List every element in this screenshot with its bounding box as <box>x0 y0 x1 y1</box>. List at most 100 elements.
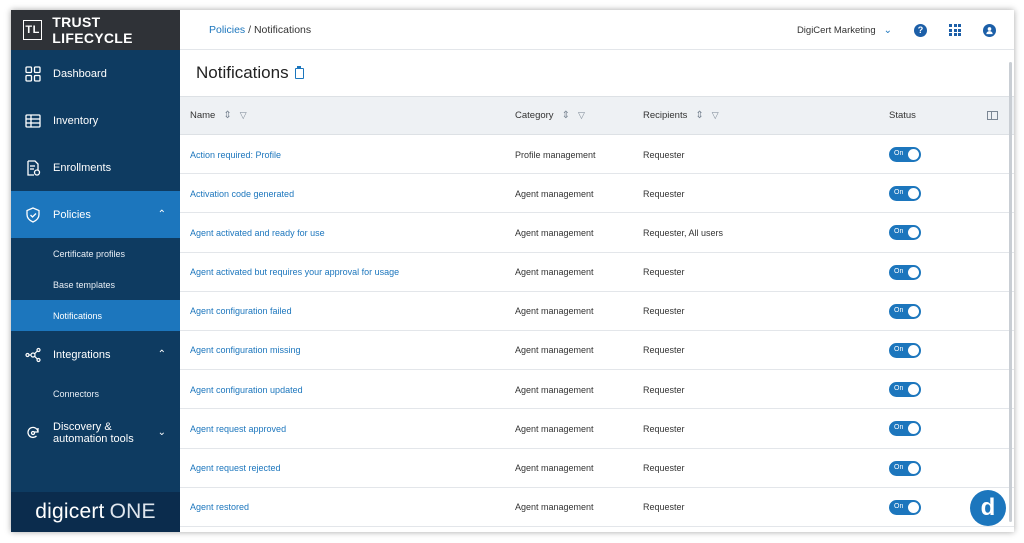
sidebar-item-label: Integrations <box>53 348 111 361</box>
org-selector[interactable]: DigiCert Marketing ⌄ <box>797 25 892 36</box>
status-toggle[interactable]: On <box>889 186 921 202</box>
notification-name-link[interactable]: Agent request rejected <box>190 449 281 488</box>
sidebar: TL TRUST LIFECYCLE Dashboard Inventory E… <box>11 10 180 532</box>
user-glyph <box>986 26 993 34</box>
table-body: Action required: Profile Profile manageme… <box>180 135 1014 527</box>
status-cell: On <box>889 213 921 252</box>
status-toggle[interactable]: On <box>889 421 921 437</box>
clipboard-icon[interactable] <box>294 65 304 79</box>
sidebar-item-discovery[interactable]: Discovery & automation tools ⌄ <box>11 409 180 456</box>
sort-icon[interactable]: ⇕ <box>223 110 231 121</box>
category-cell: Agent management <box>515 463 594 473</box>
sidebar-item-policies[interactable]: Policies ⌃ <box>11 191 180 238</box>
toggle-label: On <box>894 228 904 236</box>
table-row: Activation code generated Agent managemen… <box>180 174 1014 214</box>
toggle-label: On <box>894 267 904 275</box>
notification-name-link[interactable]: Action required: Profile <box>190 135 281 174</box>
sidebar-subitem-connectors[interactable]: Connectors <box>11 378 180 409</box>
category-cell: Profile management <box>515 149 596 160</box>
notification-name-link[interactable]: Agent configuration missing <box>190 331 301 370</box>
app-window: TL TRUST LIFECYCLE Dashboard Inventory E… <box>11 10 1014 532</box>
topbar-actions: DigiCert Marketing ⌄ ? <box>797 10 996 50</box>
notification-name-link[interactable]: Activation code generated <box>190 174 294 213</box>
chevron-down-icon[interactable]: ⌄ <box>158 427 166 439</box>
page-header: Notifications <box>180 50 1014 96</box>
toggle-label: On <box>894 306 904 314</box>
sidebar-subitem-certificate-profiles[interactable]: Certificate profiles <box>11 238 180 269</box>
recipients-cell: Requester, All users <box>643 227 724 238</box>
toggle-label: On <box>894 385 904 393</box>
filter-icon[interactable]: ▽ <box>240 110 247 121</box>
top-bar: Policies / Notifications DigiCert Market… <box>180 10 1014 50</box>
sidebar-item-enrollments[interactable]: Enrollments <box>11 144 180 191</box>
brand-logo: TL <box>23 20 43 40</box>
sort-icon[interactable]: ⇕ <box>562 110 570 121</box>
status-cell: On <box>889 409 921 448</box>
category-cell: Agent management <box>515 345 594 356</box>
category-cell: Agent management <box>515 267 594 278</box>
sidebar-item-dashboard[interactable]: Dashboard <box>11 50 180 97</box>
page-title: Notifications <box>196 63 289 82</box>
column-header-recipients[interactable]: Recipients ⇕ ▽ <box>643 97 719 134</box>
status-toggle[interactable]: On <box>889 264 921 280</box>
status-toggle[interactable]: On <box>889 499 921 515</box>
column-header-category[interactable]: Category ⇕ ▽ <box>515 97 585 134</box>
category-cell: Agent management <box>515 227 594 238</box>
brand-name: TRUST LIFECYCLE <box>52 14 133 46</box>
toggle-label: On <box>894 150 904 157</box>
breadcrumb-link-policies[interactable]: Policies <box>209 24 245 36</box>
table-row: Agent configuration missing Agent managem… <box>180 331 1014 371</box>
discovery-icon <box>27 426 39 438</box>
user-icon[interactable] <box>983 23 996 37</box>
recipients-cell: Requester <box>643 423 685 434</box>
sidebar-item-inventory[interactable]: Inventory <box>11 97 180 144</box>
sidebar-subitem-notifications[interactable]: Notifications <box>11 300 180 331</box>
sidebar-subitem-base-templates[interactable]: Base templates <box>11 269 180 300</box>
toggle-knob <box>908 188 919 200</box>
column-header-name[interactable]: Name ⇕ ▽ <box>190 97 247 134</box>
table-icon <box>25 113 41 128</box>
notification-name-link[interactable]: Agent configuration failed <box>190 292 292 331</box>
app-grid-icon[interactable] <box>949 24 961 36</box>
column-header-status[interactable]: Status <box>889 97 916 134</box>
filter-icon[interactable]: ▽ <box>712 110 719 121</box>
status-cell: On <box>889 331 921 370</box>
chevron-up-icon[interactable]: ⌃ <box>158 209 166 220</box>
status-cell: On <box>889 174 921 213</box>
table-row: Action required: Profile Profile manageme… <box>180 135 1014 175</box>
breadcrumb-separator: / <box>245 23 254 36</box>
table-row: Agent request approved Agent management Re… <box>180 409 1014 449</box>
status-toggle[interactable]: On <box>889 382 921 398</box>
toggle-knob <box>908 305 919 317</box>
sidebar-item-label: Dashboard <box>53 67 107 80</box>
status-cell: On <box>889 370 921 409</box>
status-toggle[interactable]: On <box>889 225 921 241</box>
toggle-knob <box>908 501 919 513</box>
status-cell: On <box>889 253 921 292</box>
column-settings-icon[interactable] <box>987 111 998 120</box>
category-cell: Agent management <box>515 423 594 434</box>
brand-bar[interactable]: TL TRUST LIFECYCLE <box>11 10 180 50</box>
org-name: DigiCert Marketing <box>796 24 876 36</box>
sidebar-item-label: Inventory <box>53 114 99 127</box>
sort-icon[interactable]: ⇕ <box>695 110 703 121</box>
notification-name-link[interactable]: Agent configuration updated <box>190 370 303 409</box>
chevron-down-icon: ⌄ <box>883 24 892 36</box>
status-toggle[interactable]: On <box>889 460 921 476</box>
sidebar-item-integrations[interactable]: Integrations ⌃ <box>11 331 180 378</box>
notification-name-link[interactable]: Agent activated and ready for use <box>190 213 325 252</box>
status-toggle[interactable]: On <box>889 147 921 162</box>
filter-icon[interactable]: ▽ <box>578 110 585 121</box>
status-toggle[interactable]: On <box>889 342 921 358</box>
table-row: Agent restored Agent management Requester O… <box>180 488 1014 527</box>
notification-name-link[interactable]: Agent restored <box>190 488 249 527</box>
table-row: Agent activated and ready for use Agent m… <box>180 213 1014 253</box>
digicert-assistant-button[interactable]: d <box>970 490 1006 526</box>
recipients-cell: Requester <box>643 345 685 356</box>
scrollbar[interactable] <box>1009 62 1012 522</box>
status-toggle[interactable]: On <box>889 303 921 319</box>
notification-name-link[interactable]: Agent activated but requires your approv… <box>190 253 399 292</box>
notification-name-link[interactable]: Agent request approved <box>190 409 286 448</box>
help-icon[interactable]: ? <box>914 23 927 37</box>
chevron-up-icon[interactable]: ⌃ <box>158 349 166 360</box>
